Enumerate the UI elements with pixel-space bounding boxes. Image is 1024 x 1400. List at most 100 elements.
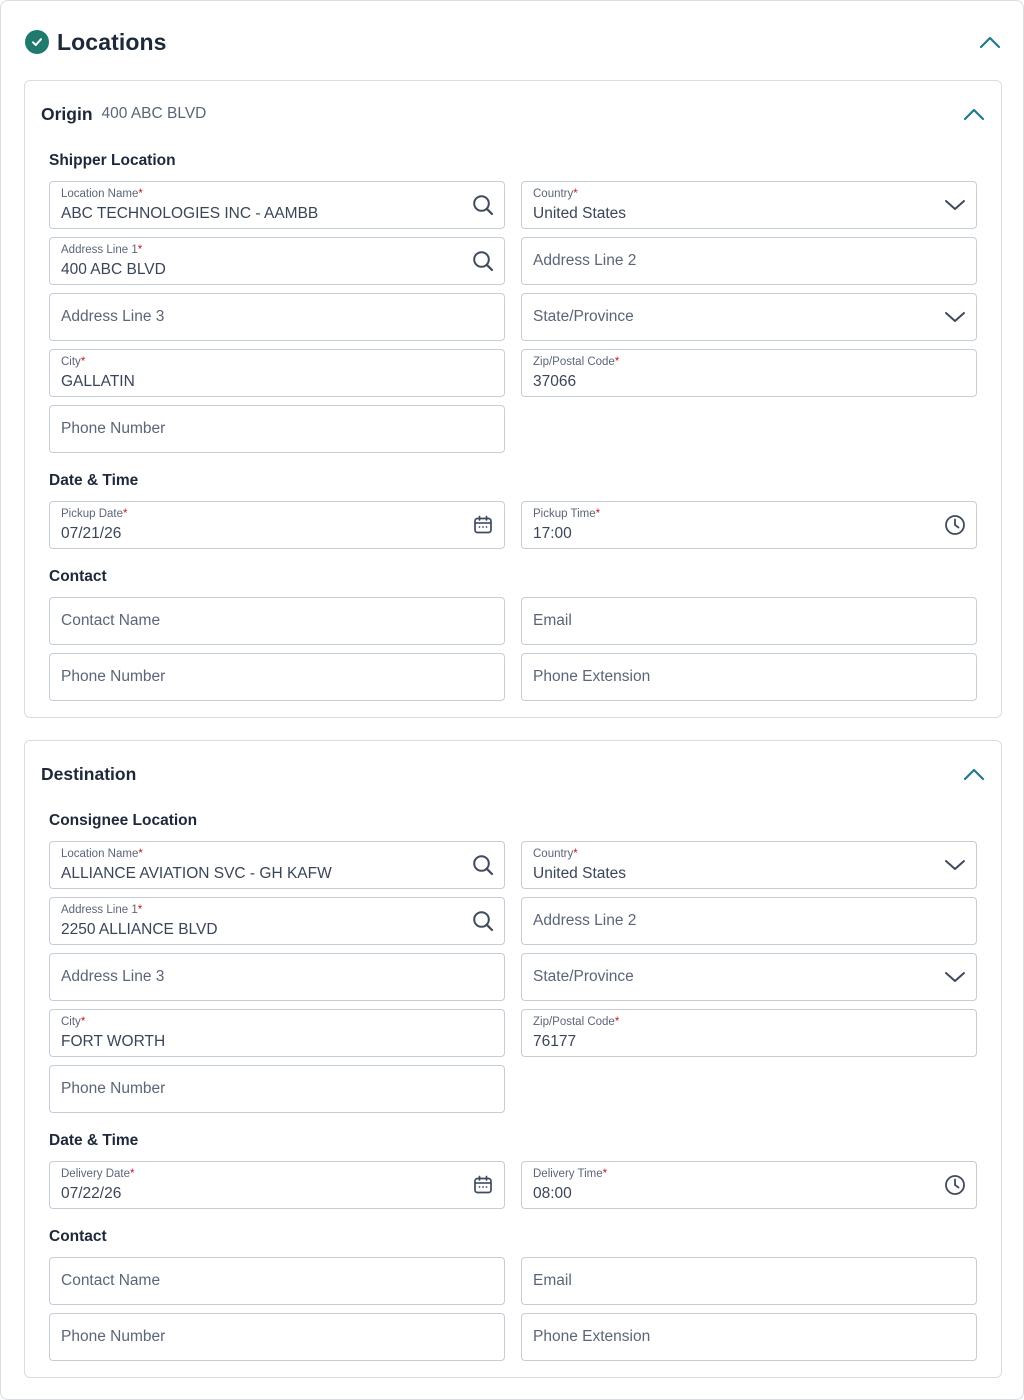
search-icon[interactable] bbox=[472, 194, 494, 216]
field-placeholder: Contact Name bbox=[61, 612, 161, 629]
collapse-destination-button[interactable] bbox=[961, 761, 987, 787]
field-label: City bbox=[61, 356, 81, 368]
pickup-time-field[interactable]: Pickup Time* 17:00 bbox=[521, 501, 977, 549]
shipper-location-heading: Shipper Location bbox=[49, 152, 176, 169]
chevron-up-icon bbox=[963, 108, 985, 121]
search-icon[interactable] bbox=[472, 910, 494, 932]
chevron-down-icon bbox=[944, 966, 966, 988]
destination-country-select[interactable]: Country* United States bbox=[521, 841, 977, 889]
field-placeholder: State/Province bbox=[533, 968, 634, 985]
origin-title: Origin bbox=[41, 103, 93, 124]
field-placeholder: Phone Number bbox=[61, 420, 166, 437]
field-label: Country bbox=[533, 188, 574, 200]
field-value: 37066 bbox=[533, 373, 577, 390]
field-placeholder: Phone Extension bbox=[533, 1328, 651, 1345]
destination-address-line-3-field[interactable]: Address Line 3 bbox=[49, 953, 505, 1001]
destination-address-line-2-field[interactable]: Address Line 2 bbox=[521, 897, 977, 945]
chevron-up-icon bbox=[979, 36, 1001, 49]
field-label: Delivery Date bbox=[61, 1168, 131, 1180]
field-label: City bbox=[61, 1016, 81, 1028]
origin-contact-heading: Contact bbox=[49, 568, 107, 585]
collapse-origin-button[interactable] bbox=[961, 101, 987, 127]
collapse-locations-button[interactable] bbox=[977, 29, 1003, 55]
required-marker: * bbox=[614, 1016, 620, 1028]
origin-subtitle: 400 ABC BLVD bbox=[101, 105, 207, 122]
page-title: Locations bbox=[57, 28, 167, 55]
field-value: 76177 bbox=[533, 1033, 577, 1050]
clock-icon[interactable] bbox=[944, 514, 966, 536]
destination-contact-name-field[interactable]: Contact Name bbox=[49, 1257, 505, 1305]
required-marker: * bbox=[602, 1168, 608, 1180]
destination-title: Destination bbox=[41, 763, 137, 784]
destination-phone-field[interactable]: Phone Number bbox=[49, 1065, 505, 1113]
field-label: Country bbox=[533, 848, 574, 860]
search-icon[interactable] bbox=[472, 854, 494, 876]
required-marker: * bbox=[80, 356, 86, 368]
field-placeholder: Phone Extension bbox=[533, 668, 651, 685]
field-value: United States bbox=[533, 865, 627, 882]
chevron-down-icon bbox=[944, 854, 966, 876]
required-marker: * bbox=[80, 1016, 86, 1028]
origin-city-field[interactable]: City* GALLATIN bbox=[49, 349, 505, 397]
origin-address-line-2-field[interactable]: Address Line 2 bbox=[521, 237, 977, 285]
field-value: ALLIANCE AVIATION SVC - GH KAFW bbox=[61, 865, 332, 882]
required-marker: * bbox=[595, 508, 601, 520]
delivery-date-field[interactable]: Delivery Date* 07/22/26 bbox=[49, 1161, 505, 1209]
chevron-up-icon bbox=[963, 768, 985, 781]
required-marker: * bbox=[573, 188, 578, 200]
field-value: FORT WORTH bbox=[61, 1033, 166, 1050]
destination-date-time-heading: Date & Time bbox=[49, 1132, 139, 1149]
field-placeholder: Email bbox=[533, 1272, 572, 1289]
field-placeholder: Phone Number bbox=[61, 1080, 166, 1097]
clock-icon[interactable] bbox=[944, 1174, 966, 1196]
search-icon[interactable] bbox=[472, 250, 494, 272]
origin-date-time-heading: Date & Time bbox=[49, 472, 139, 489]
locations-panel: Locations Origin 400 ABC BLVD Shipper Lo… bbox=[0, 0, 1024, 1400]
origin-contact-name-field[interactable]: Contact Name bbox=[49, 597, 505, 645]
origin-email-field[interactable]: Email bbox=[521, 597, 977, 645]
destination-card: Destination Consignee Location Location … bbox=[24, 740, 1002, 1378]
destination-phone-extension-field[interactable]: Phone Extension bbox=[521, 1313, 977, 1361]
pickup-date-field[interactable]: Pickup Date* 07/21/26 bbox=[49, 501, 505, 549]
required-marker: * bbox=[130, 1168, 135, 1180]
origin-address-line-3-field[interactable]: Address Line 3 bbox=[49, 293, 505, 341]
field-label: Address Line 1 bbox=[61, 244, 138, 256]
field-value: ABC TECHNOLOGIES INC - AAMBB bbox=[61, 205, 319, 222]
chevron-down-icon bbox=[944, 194, 966, 216]
field-label: Zip/Postal Code bbox=[533, 1016, 615, 1028]
field-value: 08:00 bbox=[533, 1185, 572, 1202]
origin-zip-field[interactable]: Zip/Postal Code* 37066 bbox=[521, 349, 977, 397]
field-label: Zip/Postal Code bbox=[533, 356, 615, 368]
required-marker: * bbox=[137, 244, 143, 256]
delivery-time-field[interactable]: Delivery Time* 08:00 bbox=[521, 1161, 977, 1209]
locations-header: Locations bbox=[25, 29, 1003, 55]
required-marker: * bbox=[138, 848, 143, 860]
field-placeholder: Contact Name bbox=[61, 1272, 161, 1289]
destination-zip-field[interactable]: Zip/Postal Code* 76177 bbox=[521, 1009, 977, 1057]
origin-contact-phone-field[interactable]: Phone Number bbox=[49, 653, 505, 701]
field-placeholder: Phone Number bbox=[61, 668, 166, 685]
destination-state-select[interactable]: State/Province bbox=[521, 953, 977, 1001]
field-label: Location Name bbox=[61, 188, 139, 200]
origin-card: Origin 400 ABC BLVD Shipper Location Loc… bbox=[24, 80, 1002, 718]
calendar-icon[interactable] bbox=[472, 514, 494, 536]
field-placeholder: Address Line 2 bbox=[533, 912, 637, 929]
origin-state-select[interactable]: State/Province bbox=[521, 293, 977, 341]
destination-address-line-1-field[interactable]: Address Line 1* 2250 ALLIANCE BLVD bbox=[49, 897, 505, 945]
destination-contact-phone-field[interactable]: Phone Number bbox=[49, 1313, 505, 1361]
field-placeholder: State/Province bbox=[533, 308, 634, 325]
origin-country-select[interactable]: Country* United States bbox=[521, 181, 977, 229]
origin-phone-field[interactable]: Phone Number bbox=[49, 405, 505, 453]
calendar-icon[interactable] bbox=[472, 1174, 494, 1196]
destination-location-name-field[interactable]: Location Name* ALLIANCE AVIATION SVC - G… bbox=[49, 841, 505, 889]
origin-address-line-1-field[interactable]: Address Line 1* 400 ABC BLVD bbox=[49, 237, 505, 285]
destination-email-field[interactable]: Email bbox=[521, 1257, 977, 1305]
field-placeholder: Address Line 2 bbox=[533, 252, 637, 269]
consignee-location-heading: Consignee Location bbox=[49, 812, 198, 829]
required-marker: * bbox=[138, 188, 143, 200]
origin-location-name-field[interactable]: Location Name* ABC TECHNOLOGIES INC - AA… bbox=[49, 181, 505, 229]
required-marker: * bbox=[614, 356, 620, 368]
field-label: Pickup Date bbox=[61, 508, 124, 520]
origin-phone-extension-field[interactable]: Phone Extension bbox=[521, 653, 977, 701]
destination-city-field[interactable]: City* FORT WORTH bbox=[49, 1009, 505, 1057]
